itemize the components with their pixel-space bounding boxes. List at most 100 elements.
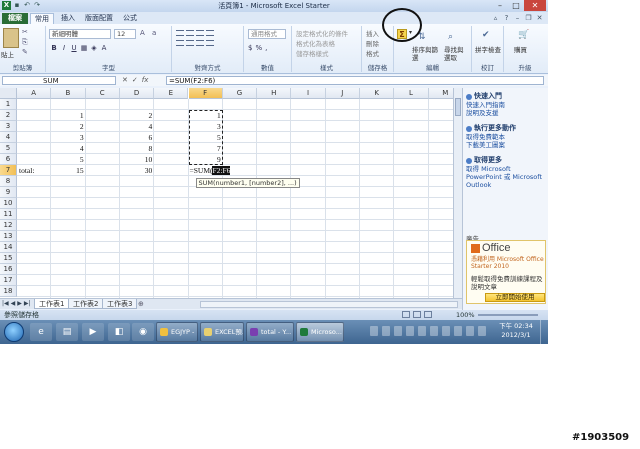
align-middle-icon[interactable] xyxy=(186,30,194,36)
align-center-icon[interactable] xyxy=(186,40,194,46)
vertical-scroll-thumb[interactable] xyxy=(455,98,461,116)
paste-button[interactable]: 貼上 xyxy=(1,49,14,59)
shrink-font-icon[interactable]: a xyxy=(152,29,156,37)
cancel-icon[interactable]: ✕ xyxy=(122,76,128,85)
name-box[interactable]: SUM xyxy=(2,76,116,85)
row-header-16[interactable]: 16 xyxy=(0,264,17,275)
page-layout-view-icon[interactable] xyxy=(413,311,421,318)
bold-icon[interactable]: B xyxy=(50,44,58,52)
pane-get-more-text[interactable]: 取得 Microsoft PowerPoint 或 Microsoft Outl… xyxy=(466,165,546,189)
font-name-select[interactable]: 新細明體 xyxy=(49,29,111,39)
doc-close-icon[interactable]: ✕ xyxy=(535,13,544,23)
align-bottom-icon[interactable] xyxy=(196,30,204,36)
merge-center-icon[interactable] xyxy=(206,40,214,46)
page-break-view-icon[interactable] xyxy=(424,311,432,318)
help-icon[interactable]: ? xyxy=(502,13,511,23)
ie-icon[interactable]: e xyxy=(30,323,52,341)
tab-insert[interactable]: 插入 xyxy=(58,13,78,24)
doc-minimize-icon[interactable]: – xyxy=(513,13,522,23)
underline-icon[interactable]: U xyxy=(70,44,78,52)
row-header-10[interactable]: 10 xyxy=(0,198,17,209)
tray-icon-6[interactable] xyxy=(430,326,438,336)
row-header-12[interactable]: 12 xyxy=(0,220,17,231)
row-header-4[interactable]: 4 xyxy=(0,132,17,143)
insert-function-icon[interactable]: fx xyxy=(142,76,149,85)
column-header-a[interactable]: A xyxy=(17,88,52,99)
function-argument-tooltip[interactable]: SUM(number1, [number2], ...) xyxy=(195,178,300,188)
font-size-select[interactable]: 12 xyxy=(114,29,136,39)
app-icon[interactable]: ◧ xyxy=(108,323,130,341)
grow-font-icon[interactable]: A xyxy=(140,29,145,37)
row-header-1[interactable]: 1 xyxy=(0,99,17,110)
cell-d4[interactable]: 6 xyxy=(120,132,154,143)
column-header-g[interactable]: G xyxy=(222,88,258,99)
enter-icon[interactable]: ✓ xyxy=(132,76,138,85)
find-select-button[interactable]: 尋找與選取 xyxy=(444,46,468,62)
cell-a7[interactable]: total: xyxy=(17,165,51,176)
column-header-c[interactable]: C xyxy=(85,88,120,99)
vertical-scrollbar[interactable] xyxy=(453,88,462,298)
copy-icon[interactable]: ⎘ xyxy=(22,38,28,47)
worksheet-grid[interactable]: A B C D E F G H I J K L M 1 2 3 4 5 6 7 8 9 10 11 12 13 14 15 16 17 18… xyxy=(0,88,453,298)
first-sheet-icon[interactable]: |◀ xyxy=(2,300,9,307)
taskbar-item-total[interactable]: total - Y... xyxy=(246,322,294,342)
format-as-table-button[interactable]: 格式化為表格 xyxy=(296,39,348,49)
row-header-3[interactable]: 3 xyxy=(0,121,17,132)
ribbon-minimize-icon[interactable]: ▵ xyxy=(491,13,500,23)
tray-icon-8[interactable] xyxy=(454,326,462,336)
show-desktop-button[interactable] xyxy=(540,320,548,344)
cell-b6[interactable]: 5 xyxy=(51,154,85,165)
folder-icon[interactable]: ▤ xyxy=(56,323,78,341)
tray-icon-2[interactable] xyxy=(382,326,390,336)
formula-input[interactable]: =SUM(F2:F6) xyxy=(166,76,544,85)
row-header-13[interactable]: 13 xyxy=(0,231,17,242)
spelling-button[interactable]: 拼字檢查 xyxy=(475,46,503,54)
pane-link-quick-guide[interactable]: 快速入門指南 xyxy=(466,101,505,109)
conditional-formatting-button[interactable]: 設定格式化的條件 xyxy=(296,29,348,39)
tray-icon-3[interactable] xyxy=(394,326,402,336)
cell-b7[interactable]: 15 xyxy=(51,165,85,176)
normal-view-icon[interactable] xyxy=(402,311,410,318)
cell-b5[interactable]: 4 xyxy=(51,143,85,154)
prev-sheet-icon[interactable]: ◀ xyxy=(11,300,16,307)
fill-color-icon[interactable]: ◈ xyxy=(90,44,98,52)
paste-icon[interactable] xyxy=(3,28,19,48)
tab-formulas[interactable]: 公式 xyxy=(120,13,140,24)
cell-f7-editing[interactable]: =SUM(F2:F6 xyxy=(189,165,231,176)
sheet-tab-2[interactable]: 工作表2 xyxy=(68,299,104,309)
taskbar-clock[interactable]: 下午 02:34 2012/3/1 xyxy=(496,322,536,340)
border-icon[interactable]: ▦ xyxy=(80,44,88,52)
office-ad[interactable]: Office 憑藉利用 Microsoft Office Starter 201… xyxy=(466,240,546,304)
tray-icon-1[interactable] xyxy=(370,326,378,336)
sheet-tab-3[interactable]: 工作表3 xyxy=(102,299,138,309)
cell-b4[interactable]: 3 xyxy=(51,132,85,143)
row-header-2[interactable]: 2 xyxy=(0,110,17,121)
cell-b3[interactable]: 2 xyxy=(51,121,85,132)
zoom-level[interactable]: 100% xyxy=(456,310,475,320)
taskbar-item-excel[interactable]: Microso... xyxy=(296,322,344,342)
next-sheet-icon[interactable]: ▶ xyxy=(17,300,22,307)
wrap-text-icon[interactable] xyxy=(206,30,214,36)
column-header-f[interactable]: F xyxy=(188,88,223,99)
column-header-k[interactable]: K xyxy=(360,88,395,99)
tab-file[interactable]: 檔案 xyxy=(2,13,28,24)
pane-link-clipart[interactable]: 下載美工圖案 xyxy=(466,141,505,149)
format-painter-icon[interactable]: ✎ xyxy=(22,48,28,56)
insert-cells-button[interactable]: 插入 xyxy=(366,29,379,39)
row-header-18[interactable]: 18 xyxy=(0,286,17,297)
row-header-5[interactable]: 5 xyxy=(0,143,17,154)
cell-b2[interactable]: 1 xyxy=(51,110,85,121)
column-header-j[interactable]: J xyxy=(325,88,360,99)
column-header-h[interactable]: H xyxy=(257,88,292,99)
column-header-e[interactable]: E xyxy=(154,88,189,99)
row-header-8[interactable]: 8 xyxy=(0,176,17,187)
row-header-9[interactable]: 9 xyxy=(0,187,17,198)
network-icon[interactable] xyxy=(466,326,474,336)
start-button[interactable] xyxy=(4,322,24,342)
new-sheet-icon[interactable]: ⊕ xyxy=(138,299,144,309)
column-header-m[interactable]: M xyxy=(428,88,453,99)
row-header-17[interactable]: 17 xyxy=(0,275,17,286)
align-left-icon[interactable] xyxy=(176,40,184,46)
cell-d2[interactable]: 2 xyxy=(120,110,154,121)
comma-icon[interactable]: , xyxy=(265,44,267,52)
